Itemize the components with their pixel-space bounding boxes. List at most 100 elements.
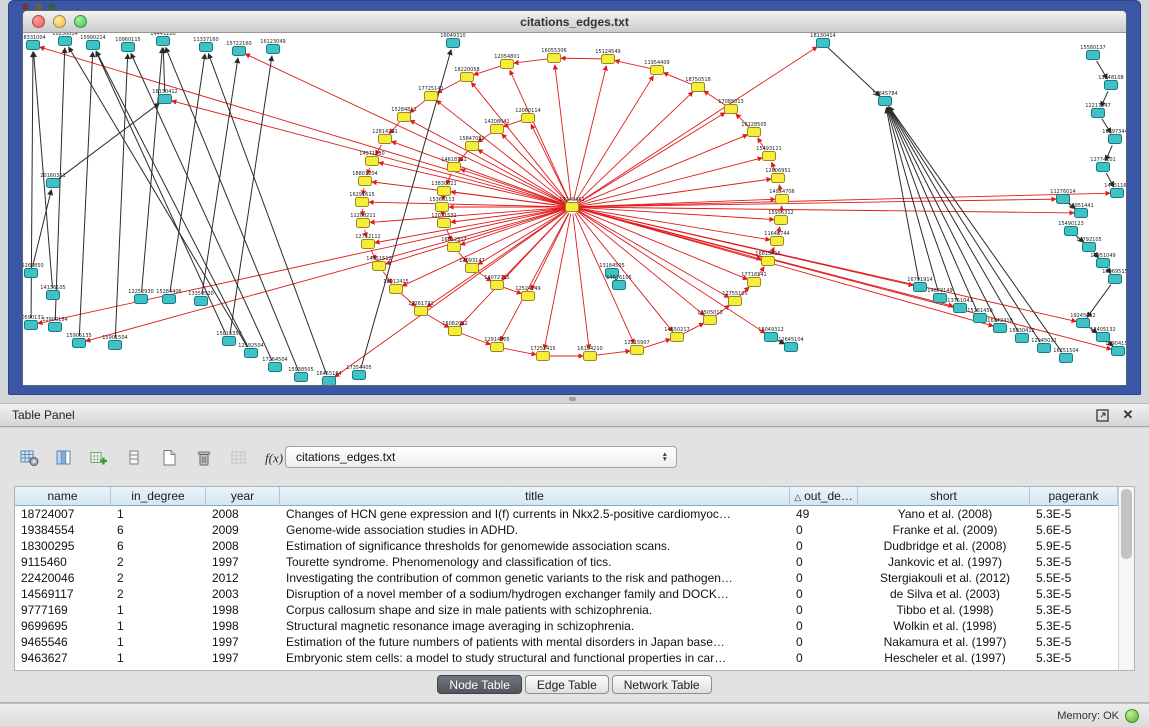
table-row[interactable]: 1938455462009Genome-wide association stu… [15, 522, 1118, 538]
graph-node[interactable]: 15284811 [391, 107, 416, 122]
zoom-window-icon[interactable] [74, 15, 87, 28]
citation-edge-red[interactable] [478, 211, 566, 265]
table-row[interactable]: 1830029562008Estimation of significance … [15, 538, 1118, 554]
citation-edge-red[interactable] [555, 65, 571, 200]
column-header-year[interactable]: year [206, 487, 280, 506]
citation-edge-red[interactable] [577, 92, 693, 202]
graph-node[interactable]: 12592504 [238, 343, 263, 358]
citation-edge-red[interactable] [576, 76, 654, 201]
graph-node[interactable]: 14650217 [664, 327, 689, 342]
citation-edge-red[interactable] [577, 211, 704, 315]
close-panel-icon[interactable]: ✕ [1119, 407, 1137, 423]
citation-edge-black[interactable] [33, 190, 52, 266]
table-row[interactable]: 911546021997Tourette syndrome. Phenomeno… [15, 554, 1118, 570]
citation-edge-black[interactable] [31, 52, 33, 318]
citation-edge-black[interactable] [886, 108, 918, 280]
tab-edge-table[interactable]: Edge Table [525, 675, 609, 694]
panel-splitter-handle[interactable] [569, 397, 576, 401]
column-header-in_degree[interactable]: in_degree [111, 487, 206, 506]
table-row[interactable]: 946362711997Embryonic stem cells: a mode… [15, 650, 1118, 666]
minimize-window-icon[interactable] [53, 15, 66, 28]
graph-node[interactable]: 14136105 [40, 285, 65, 300]
graph-node[interactable]: 15082022 [442, 321, 467, 336]
graph-node[interactable]: 10236014 [52, 33, 77, 46]
graph-node[interactable]: 11645784 [872, 91, 897, 106]
graph-node[interactable]: 16455104 [316, 371, 341, 386]
import-table-icon[interactable] [226, 445, 252, 471]
float-panel-icon[interactable] [1093, 407, 1111, 423]
citation-edge-red[interactable] [410, 120, 566, 203]
graph-node[interactable]: 15938505 [288, 367, 313, 382]
table-mode-icon[interactable] [16, 445, 42, 471]
table-row[interactable]: 969969511998Structural magnetic resonanc… [15, 618, 1118, 634]
graph-node[interactable]: 11954409 [644, 60, 669, 75]
app-zoom-icon[interactable] [48, 3, 55, 10]
graph-node[interactable]: 15955312 [768, 210, 793, 225]
table-row[interactable]: 1872400712008Changes of HCN gene express… [15, 506, 1118, 522]
graph-node[interactable]: 11648744 [764, 231, 789, 246]
citation-edge-red[interactable] [245, 54, 565, 204]
close-window-icon[interactable] [32, 15, 45, 28]
column-header-title[interactable]: title [280, 487, 790, 506]
graph-node[interactable]: 12060114 [515, 108, 540, 123]
citation-edge-red[interactable] [379, 163, 565, 206]
graph-node[interactable]: 12806951 [765, 168, 790, 183]
column-header-short[interactable]: short [858, 487, 1030, 506]
graph-node[interactable]: 17085013 [718, 99, 743, 114]
graph-node[interactable]: 11548108 [1098, 75, 1123, 90]
network-window-titlebar[interactable]: citations_edges.txt [23, 11, 1126, 33]
graph-node[interactable]: 16123049 [260, 39, 285, 54]
graph-node[interactable]: 18331004 [23, 35, 46, 50]
table-row[interactable]: 977716911998Corpus callosum shape and si… [15, 602, 1118, 618]
citation-edge-black[interactable] [887, 108, 957, 302]
graph-node[interactable]: 16797344 [1102, 129, 1127, 144]
citation-edge-black[interactable] [828, 48, 880, 96]
function-builder-icon[interactable]: f(x) [261, 445, 287, 471]
show-columns-icon[interactable] [51, 445, 77, 471]
table-scrollbar-thumb[interactable] [1121, 489, 1132, 559]
citation-edge-black[interactable] [79, 52, 92, 336]
graph-node[interactable]: 16951049 [1090, 253, 1115, 268]
citation-edge-red[interactable] [386, 209, 566, 264]
graph-node[interactable]: 14792105 [1076, 237, 1101, 252]
app-close-icon[interactable] [22, 3, 29, 10]
graph-node[interactable]: 16055306 [541, 48, 566, 63]
graph-node[interactable]: 12814201 [372, 129, 397, 144]
graph-node[interactable]: 12914805 [484, 337, 509, 352]
graph-node[interactable]: 14516105 [606, 275, 631, 290]
graph-node[interactable]: 16128505 [741, 122, 766, 137]
citation-edge-red[interactable] [502, 134, 567, 202]
graph-node[interactable]: 16049310 [440, 33, 465, 48]
graph-node[interactable]: 18801204 [352, 171, 377, 186]
citation-edge-black[interactable] [230, 56, 272, 334]
graph-node[interactable]: 17252415 [530, 346, 555, 361]
graph-node[interactable]: 11276014 [1050, 189, 1075, 204]
tab-node-table[interactable]: Node Table [437, 675, 522, 694]
graph-node[interactable]: 17354405 [346, 365, 371, 380]
graph-node[interactable]: 17725141 [418, 86, 443, 101]
graph-node[interactable]: 15580137 [1080, 45, 1105, 60]
app-minimize-icon[interactable] [35, 3, 42, 10]
graph-node[interactable]: 14451161 [1104, 183, 1127, 198]
graph-node[interactable]: 16104210 [577, 346, 602, 361]
citation-edge-red[interactable] [579, 209, 1076, 322]
citation-edge-red[interactable] [579, 158, 762, 205]
new-table-icon[interactable] [156, 445, 182, 471]
graph-node[interactable]: 13359520 [188, 291, 213, 306]
citation-edge-red[interactable] [578, 113, 725, 204]
graph-node[interactable]: 14441220 [150, 33, 175, 46]
graph-node[interactable]: 18130414 [810, 33, 835, 48]
graph-node[interactable]: 12951441 [1068, 203, 1093, 218]
graph-node[interactable]: 12755105 [722, 291, 747, 306]
graph-node[interactable]: 14072715 [484, 275, 509, 290]
graph-node[interactable]: 18012415 [383, 279, 408, 294]
graph-node[interactable]: 13830021 [431, 181, 456, 196]
graph-node[interactable]: 15901504 [102, 335, 127, 350]
graph-node[interactable]: 18505013 [697, 310, 722, 325]
graph-node[interactable]: 17264504 [262, 357, 287, 372]
citation-edge-black[interactable] [202, 58, 238, 294]
citation-edge-red[interactable] [574, 66, 607, 200]
column-header-pagerank[interactable]: pagerank [1030, 487, 1118, 506]
citation-edge-black[interactable] [163, 48, 165, 92]
graph-node[interactable]: 17093147 [459, 258, 484, 273]
